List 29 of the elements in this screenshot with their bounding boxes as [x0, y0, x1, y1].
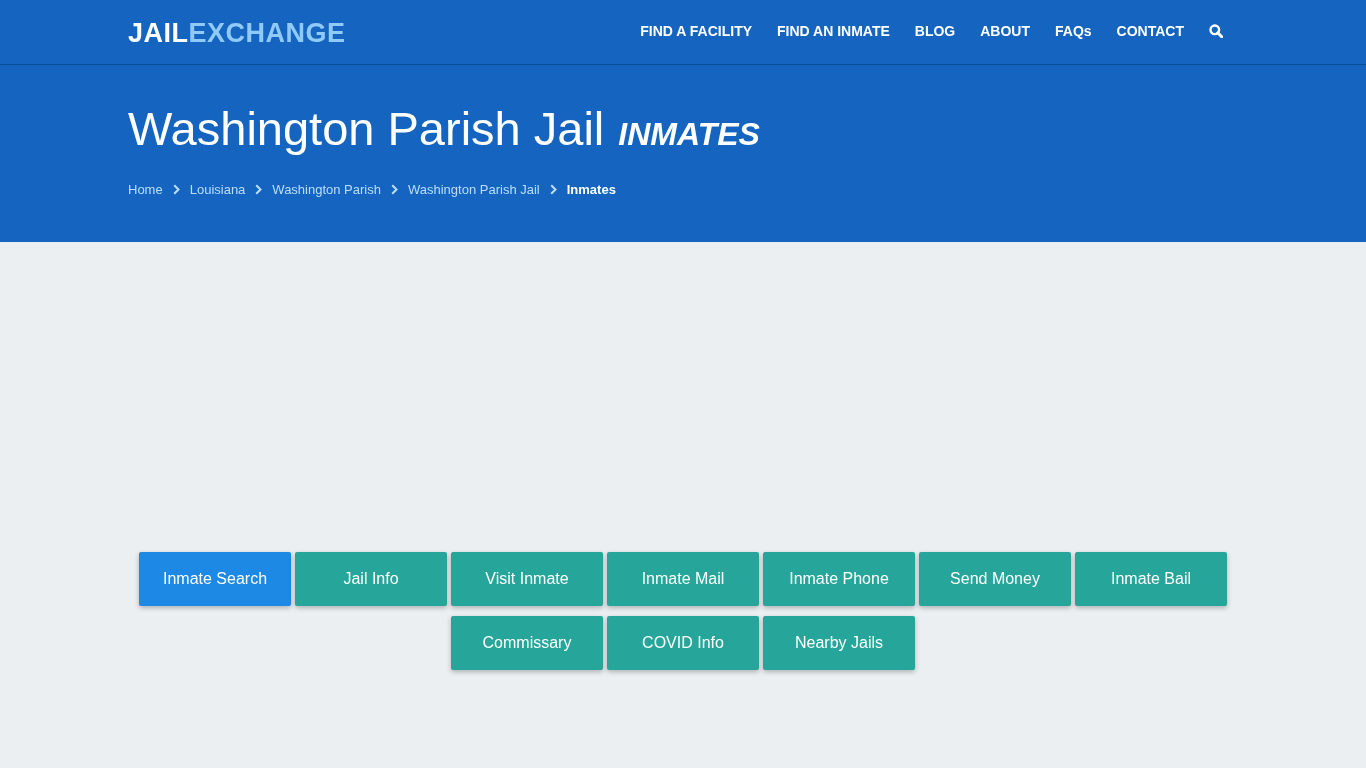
breadcrumb-link[interactable]: Washington Parish Jail: [408, 180, 540, 200]
page-subtitle: INMATES: [618, 115, 760, 154]
nav-link[interactable]: FIND A FACILITY: [640, 23, 752, 38]
nav-tile-button[interactable]: Inmate Mail: [607, 552, 759, 606]
nav-tile-button[interactable]: Inmate Phone: [763, 552, 915, 606]
nav-tile-button[interactable]: Jail Info: [295, 552, 447, 606]
search-icon[interactable]: [1209, 23, 1223, 38]
nav-tile-button[interactable]: Send Money: [919, 552, 1071, 606]
nav-link[interactable]: BLOG: [914, 23, 956, 38]
breadcrumb-link[interactable]: Home: [128, 180, 163, 200]
nav-tile-button[interactable]: Inmate Search: [139, 552, 291, 606]
nav-link[interactable]: FIND AN INMATE: [777, 23, 890, 38]
chevron-right-icon: [172, 184, 180, 196]
nav-link[interactable]: ABOUT: [980, 23, 1030, 38]
breadcrumb-link[interactable]: Louisiana: [189, 180, 246, 200]
nav-link[interactable]: CONTACT: [1116, 23, 1184, 38]
nav-tile-button[interactable]: Inmate Bail: [1075, 552, 1227, 606]
page-title: Washington Parish Jail: [128, 101, 605, 157]
breadcrumb-link[interactable]: Washington Parish: [272, 180, 381, 200]
chevron-right-icon: [549, 184, 557, 196]
site-logo[interactable]: JAILEXCHANGE: [128, 19, 346, 47]
nav-link[interactable]: FAQs: [1055, 23, 1092, 38]
nav-tile-button[interactable]: Nearby Jails: [763, 616, 915, 670]
current-page-label: Inmates: [566, 181, 616, 199]
nav-tile-button[interactable]: COVID Info: [607, 616, 759, 670]
nav-tile-button[interactable]: Commissary: [451, 616, 603, 670]
chevron-right-icon: [391, 184, 398, 196]
nav-tile-button[interactable]: Visit Inmate: [451, 552, 603, 606]
chevron-right-icon: [255, 184, 263, 196]
